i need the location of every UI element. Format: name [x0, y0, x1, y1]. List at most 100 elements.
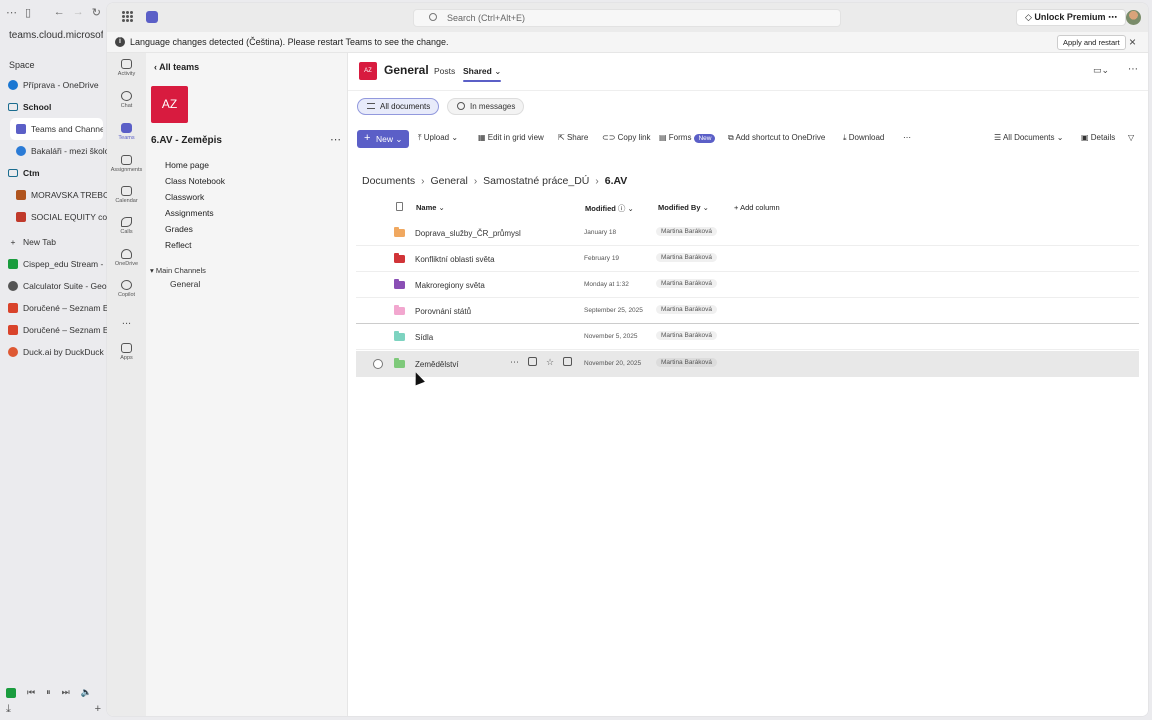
row-select-radio[interactable] — [373, 359, 383, 369]
channel-more-icon[interactable]: ⋯ — [1128, 64, 1138, 75]
volume-icon[interactable]: 🔈 — [81, 687, 92, 698]
back-icon[interactable]: ← — [54, 6, 65, 18]
tab-seznam-1[interactable]: Doručené – Seznam E — [0, 297, 107, 319]
tab-calculator[interactable]: Calculator Suite - Geo — [0, 275, 107, 297]
rail-calls[interactable]: Calls — [107, 217, 146, 235]
breadcrumb-documents[interactable]: Documents — [362, 175, 415, 187]
modified-by[interactable]: Martina Baráková — [656, 227, 717, 236]
tab-duckai[interactable]: Duck.ai by DuckDuck — [0, 341, 107, 363]
table-row[interactable]: Konfliktní oblasti světa February 19 Mar… — [356, 246, 1139, 272]
tab-cispep[interactable]: Cispep_edu Stream - — [0, 253, 107, 275]
upload-button[interactable]: ⤒ Upload ⌄ — [418, 133, 458, 143]
previous-track-icon[interactable]: ⏮ — [27, 687, 35, 698]
search-input[interactable]: Search (Ctrl+Alt+E) — [413, 9, 841, 27]
table-row[interactable]: Sídla November 5, 2025 Martina Baráková — [356, 324, 1139, 350]
modified-by[interactable]: Martina Baráková — [656, 358, 717, 367]
modified-by[interactable]: Martina Baráková — [656, 331, 717, 340]
table-row[interactable]: Porovnání států September 25, 2025 Marti… — [356, 298, 1139, 324]
new-button[interactable]: New ⌄ — [357, 129, 409, 148]
reload-icon[interactable]: ↻ — [92, 6, 101, 19]
file-name[interactable]: Konfliktní oblasti světa — [415, 255, 495, 264]
nav-assignments[interactable]: Assignments — [165, 208, 214, 218]
pause-icon[interactable]: ⏸ — [46, 687, 51, 698]
star-icon[interactable]: ☆ — [546, 357, 554, 368]
download-button[interactable]: ⤓ Download — [843, 133, 884, 143]
unlock-premium-button[interactable]: ◇ Unlock Premium ⋯ — [1016, 9, 1126, 26]
toolbar-more-icon[interactable]: ⋯ — [903, 133, 911, 142]
rail-apps[interactable]: Apps — [107, 343, 146, 361]
tab-moravska[interactable]: MORAVSKA TREBO — [0, 184, 107, 206]
tab-teams[interactable]: Teams and Channe — [10, 118, 103, 140]
table-row[interactable]: Makroregiony světa Monday at 1:32 Martin… — [356, 272, 1139, 298]
nav-classwork[interactable]: Classwork — [165, 192, 204, 202]
next-track-icon[interactable]: ⏭ — [62, 687, 70, 698]
avatar[interactable] — [1126, 10, 1141, 25]
more-actions-icon[interactable]: ⋯ — [510, 357, 519, 368]
add-column-button[interactable]: + Add column — [734, 203, 780, 212]
details-button[interactable]: ▣ Details — [1081, 133, 1115, 142]
menu-dots-icon[interactable]: ⋯ — [6, 6, 17, 19]
rail-assignments[interactable]: Assignments — [107, 155, 146, 173]
tab-seznam-2[interactable]: Doručené – Seznam E — [0, 319, 107, 341]
rail-onedrive[interactable]: OneDrive — [107, 249, 146, 267]
in-messages-pill[interactable]: In messages — [447, 98, 525, 115]
folder-ctm[interactable]: Ctm — [0, 162, 107, 184]
add-icon[interactable]: + — [95, 703, 101, 716]
close-icon[interactable]: × — [1129, 32, 1136, 52]
app-launcher-icon[interactable] — [122, 11, 133, 22]
filter-icon[interactable]: ▽ — [1128, 133, 1134, 142]
all-teams-link[interactable]: ‹ All teams — [154, 62, 199, 72]
column-name[interactable]: Name ⌄ — [416, 203, 445, 212]
breadcrumb-general[interactable]: General — [430, 175, 467, 187]
view-selector[interactable]: ☰ All Documents ⌄ — [994, 133, 1063, 142]
nav-reflect[interactable]: Reflect — [165, 240, 191, 250]
pin-icon[interactable] — [563, 357, 573, 366]
rail-teams[interactable]: Teams — [107, 123, 146, 141]
copy-link-button[interactable]: ⊂⊃ Copy link — [602, 133, 651, 142]
rail-activity[interactable]: Activity — [107, 59, 146, 77]
main-channels-header[interactable]: ▾ Main Channels — [150, 266, 206, 275]
team-more-options-icon[interactable]: ⋯ — [330, 133, 341, 146]
nav-home-page[interactable]: Home page — [165, 160, 209, 170]
file-type-icon[interactable] — [396, 202, 403, 211]
file-name[interactable]: Sídla — [415, 333, 433, 342]
all-documents-pill[interactable]: All documents — [357, 98, 440, 115]
tab-posts[interactable]: Posts — [434, 66, 455, 76]
folder-school[interactable]: School — [0, 96, 107, 118]
rail-calendar[interactable]: Calendar — [107, 186, 146, 204]
rail-more[interactable]: ... — [107, 315, 146, 327]
file-name[interactable]: Makroregiony světa — [415, 281, 485, 290]
forward-icon[interactable]: → — [73, 6, 84, 18]
download-icon[interactable]: ⤓ — [6, 703, 11, 716]
tab-shared[interactable]: Shared ⌄ — [463, 66, 502, 82]
tab-bakalari[interactable]: Bakaláři - mezi školo — [0, 140, 107, 162]
modified-by[interactable]: Martina Baráková — [656, 305, 717, 314]
column-modified[interactable]: Modified ⓘ ⌄ — [585, 203, 634, 214]
add-shortcut-button[interactable]: ⧉ Add shortcut to OneDrive — [728, 133, 825, 143]
channel-general[interactable]: General — [170, 279, 200, 289]
nav-grades[interactable]: Grades — [165, 224, 193, 234]
tab-priprava[interactable]: Příprava - OneDrive — [0, 74, 107, 96]
apply-and-restart-button[interactable]: Apply and restart — [1057, 35, 1126, 50]
table-row[interactable]: Doprava_služby_ČR_průmysl January 18 Mar… — [356, 220, 1139, 246]
breadcrumb-samostatne-prace[interactable]: Samostatné práce_DÚ — [483, 175, 589, 187]
share-button[interactable]: ⇱ Share — [558, 133, 588, 142]
file-name[interactable]: Doprava_služby_ČR_průmysl — [415, 229, 521, 238]
share-icon[interactable] — [528, 357, 537, 366]
rail-copilot[interactable]: Copilot — [107, 280, 146, 298]
modified-by[interactable]: Martina Baráková — [656, 253, 717, 262]
url-bar[interactable]: teams.cloud.microsoft — [4, 26, 103, 46]
sidebar-toggle-icon[interactable]: ▯ — [25, 6, 31, 19]
modified-by[interactable]: Martina Baráková — [656, 279, 717, 288]
nav-class-notebook[interactable]: Class Notebook — [165, 176, 225, 186]
edit-grid-button[interactable]: ▦ Edit in grid view — [478, 133, 544, 142]
table-row[interactable]: Zemědělství ⋯ ☆ November 20, 2025 Martin… — [356, 351, 1139, 377]
new-tab-button[interactable]: + New Tab — [0, 231, 107, 253]
file-name[interactable]: Zemědělství — [415, 360, 459, 369]
rail-chat[interactable]: Chat — [107, 91, 146, 109]
meet-button[interactable]: ▭⌄ — [1093, 65, 1109, 76]
forms-button[interactable]: ▤ Forms New — [659, 133, 716, 143]
file-name[interactable]: Porovnání států — [415, 307, 471, 316]
column-modified-by[interactable]: Modified By ⌄ — [658, 203, 709, 212]
tab-social-equity[interactable]: SOCIAL EQUITY co — [0, 206, 107, 228]
